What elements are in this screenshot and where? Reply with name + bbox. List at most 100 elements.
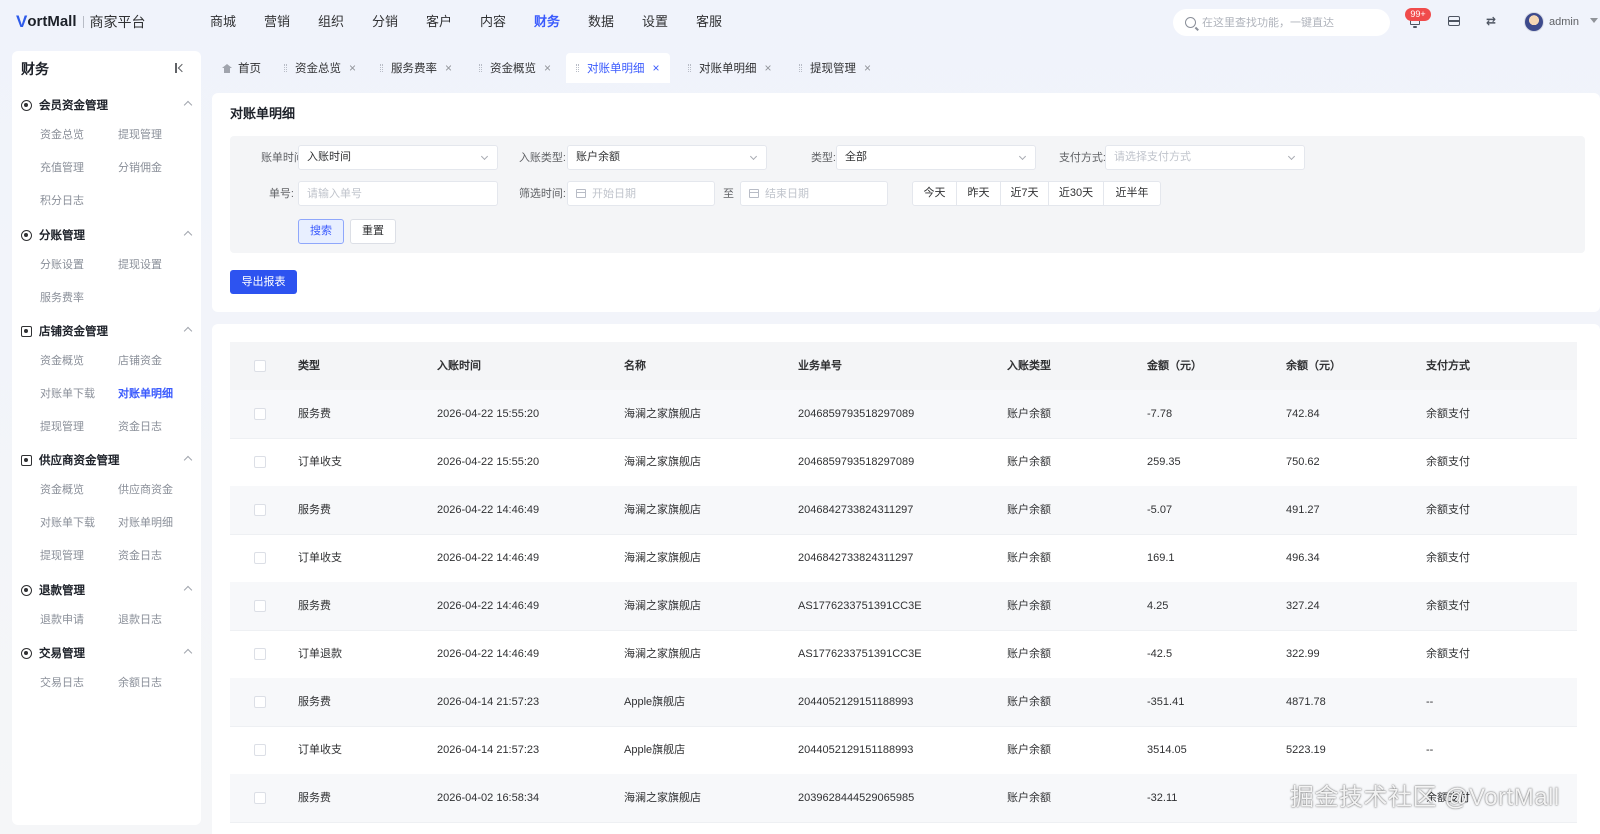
table-row[interactable]: 服务费 2026-04-14 21:57:23 Apple旗舰店 2044052129… bbox=[230, 678, 1577, 727]
table-row[interactable]: 服务费 2026-04-22 14:46:49 海澜之家旗舰店 AS177623375… bbox=[230, 582, 1577, 631]
table-row[interactable]: 订单收支 2026-04-22 14:46:49 海澜之家旗舰店 2046842733… bbox=[230, 534, 1577, 583]
tab-item[interactable]: 服务费率 × bbox=[370, 53, 462, 83]
close-icon[interactable]: × bbox=[765, 62, 772, 74]
sidebar-group-header[interactable]: 供应商资金管理 bbox=[21, 450, 193, 470]
close-icon[interactable]: × bbox=[349, 62, 356, 74]
entry-type-select[interactable]: 账户余额 bbox=[567, 145, 767, 170]
reset-button[interactable]: 重置 bbox=[350, 219, 396, 244]
row-checkbox[interactable] bbox=[254, 600, 266, 612]
top-nav-item[interactable]: 设置 bbox=[628, 0, 682, 44]
translate-icon[interactable]: ⇄ bbox=[1483, 13, 1499, 29]
row-checkbox[interactable] bbox=[254, 648, 266, 660]
sidebar-item[interactable]: 充值管理 bbox=[40, 160, 84, 176]
sidebar-item[interactable]: 服务费率 bbox=[40, 290, 84, 306]
quick-range-button[interactable]: 今天 bbox=[913, 182, 957, 205]
avatar[interactable] bbox=[1524, 12, 1544, 32]
sidebar-item[interactable]: 对账单明细 bbox=[118, 386, 173, 402]
bill-time-select[interactable]: 入账时间 bbox=[298, 145, 498, 170]
top-nav-item[interactable]: 分销 bbox=[358, 0, 412, 44]
tab-item[interactable]: 对账单明细 × bbox=[678, 53, 782, 83]
table-row[interactable]: 服务费 2026-04-22 15:55:20 海澜之家旗舰店 20468597935… bbox=[230, 390, 1577, 439]
row-checkbox[interactable] bbox=[254, 696, 266, 708]
table-row[interactable]: 订单收支 2026-04-22 15:55:20 海澜之家旗舰店 2046859793… bbox=[230, 438, 1577, 487]
top-nav-item[interactable]: 客服 bbox=[682, 0, 736, 44]
username[interactable]: admin bbox=[1549, 14, 1579, 30]
global-search[interactable] bbox=[1173, 9, 1390, 36]
sidebar-item[interactable]: 店铺资金 bbox=[118, 353, 162, 369]
end-date-picker[interactable] bbox=[740, 181, 888, 206]
collapse-sidebar-icon[interactable] bbox=[175, 62, 187, 74]
quick-range-button[interactable]: 近7天 bbox=[1001, 182, 1049, 205]
sidebar-item[interactable]: 供应商资金 bbox=[118, 482, 173, 498]
logo[interactable]: V ortMall 商家平台 bbox=[16, 12, 146, 32]
tab-item[interactable]: 资金总览 × bbox=[274, 53, 366, 83]
sidebar-item[interactable]: 提现管理 bbox=[40, 419, 84, 435]
table-row[interactable]: 订单退款 2026-04-22 14:46:49 海澜之家旗舰店 AS17762337… bbox=[230, 630, 1577, 679]
top-nav-item[interactable]: 内容 bbox=[466, 0, 520, 44]
sidebar-group-header[interactable]: 店铺资金管理 bbox=[21, 321, 193, 341]
sidebar-item[interactable]: 余额日志 bbox=[118, 675, 162, 691]
global-search-input[interactable] bbox=[1202, 16, 1382, 29]
sidebar-item[interactable]: 资金概览 bbox=[40, 482, 84, 498]
sidebar-item[interactable]: 对账单下载 bbox=[40, 515, 95, 531]
sidebar-item[interactable]: 交易日志 bbox=[40, 675, 84, 691]
sidebar-group-header[interactable]: 分账管理 bbox=[21, 225, 193, 245]
export-report-button[interactable]: 导出报表 bbox=[230, 270, 297, 294]
top-nav-item[interactable]: 营销 bbox=[250, 0, 304, 44]
column-header: 入账类型 bbox=[1007, 360, 1051, 372]
sidebar-item[interactable]: 退款申请 bbox=[40, 612, 84, 628]
quick-range-button[interactable]: 昨天 bbox=[957, 182, 1001, 205]
row-checkbox[interactable] bbox=[254, 552, 266, 564]
top-nav-item[interactable]: 客户 bbox=[412, 0, 466, 44]
chevron-up-icon bbox=[183, 230, 193, 240]
sidebar-item[interactable]: 资金概览 bbox=[40, 353, 84, 369]
close-icon[interactable]: × bbox=[544, 62, 551, 74]
start-date-picker[interactable] bbox=[567, 181, 715, 206]
layout-icon[interactable] bbox=[1446, 13, 1462, 29]
row-checkbox[interactable] bbox=[254, 744, 266, 756]
sidebar-item[interactable]: 退款日志 bbox=[118, 612, 162, 628]
close-icon[interactable]: × bbox=[864, 62, 871, 74]
quick-range-button[interactable]: 近半年 bbox=[1104, 182, 1160, 205]
top-nav-item[interactable]: 组织 bbox=[304, 0, 358, 44]
sidebar-item[interactable]: 对账单下载 bbox=[40, 386, 95, 402]
close-icon[interactable]: × bbox=[653, 62, 660, 74]
search-button[interactable]: 搜索 bbox=[298, 219, 344, 244]
sidebar-item[interactable]: 提现管理 bbox=[40, 548, 84, 564]
tab-item[interactable]: 资金概览 × bbox=[469, 53, 561, 83]
select-all-checkbox[interactable] bbox=[254, 360, 266, 372]
type-select[interactable]: 全部 bbox=[836, 145, 1036, 170]
sidebar-item[interactable]: 提现设置 bbox=[118, 257, 162, 273]
top-nav-item[interactable]: 数据 bbox=[574, 0, 628, 44]
chevron-down-icon[interactable] bbox=[1590, 18, 1598, 23]
end-date-input[interactable] bbox=[765, 187, 885, 200]
pay-method-select[interactable]: 请选择支付方式 bbox=[1105, 145, 1305, 170]
sidebar-group-header[interactable]: 会员资金管理 bbox=[21, 95, 193, 115]
table-row[interactable]: 服务费 2026-04-22 14:46:49 海澜之家旗舰店 20468427338… bbox=[230, 486, 1577, 535]
table-row[interactable]: 订单收支 2026-04-14 21:57:23 Apple旗舰店 204405212… bbox=[230, 726, 1577, 775]
tab-item[interactable]: 对账单明细 × bbox=[566, 53, 670, 83]
sidebar-item[interactable]: 提现管理 bbox=[118, 127, 162, 143]
tab-item[interactable]: 提现管理 × bbox=[789, 53, 881, 83]
top-nav-item[interactable]: 财务 bbox=[520, 0, 574, 44]
tab-home[interactable]: 首页 bbox=[212, 53, 271, 83]
group-icon bbox=[21, 99, 32, 111]
sidebar-group-header[interactable]: 退款管理 bbox=[21, 580, 193, 600]
order-no-input[interactable] bbox=[298, 181, 498, 206]
sidebar-item[interactable]: 分销佣金 bbox=[118, 160, 162, 176]
sidebar-item[interactable]: 资金日志 bbox=[118, 548, 162, 564]
top-nav-item[interactable]: 商城 bbox=[196, 0, 250, 44]
start-date-input[interactable] bbox=[592, 187, 712, 200]
row-checkbox[interactable] bbox=[254, 504, 266, 516]
sidebar-item[interactable]: 积分日志 bbox=[40, 193, 84, 209]
quick-range-button[interactable]: 近30天 bbox=[1049, 182, 1104, 205]
row-checkbox[interactable] bbox=[254, 456, 266, 468]
sidebar-item[interactable]: 对账单明细 bbox=[118, 515, 173, 531]
sidebar-item[interactable]: 资金总览 bbox=[40, 127, 84, 143]
row-checkbox[interactable] bbox=[254, 408, 266, 420]
close-icon[interactable]: × bbox=[445, 62, 452, 74]
row-checkbox[interactable] bbox=[254, 792, 266, 804]
sidebar-group-header[interactable]: 交易管理 bbox=[21, 643, 193, 663]
sidebar-item[interactable]: 资金日志 bbox=[118, 419, 162, 435]
sidebar-item[interactable]: 分账设置 bbox=[40, 257, 84, 273]
